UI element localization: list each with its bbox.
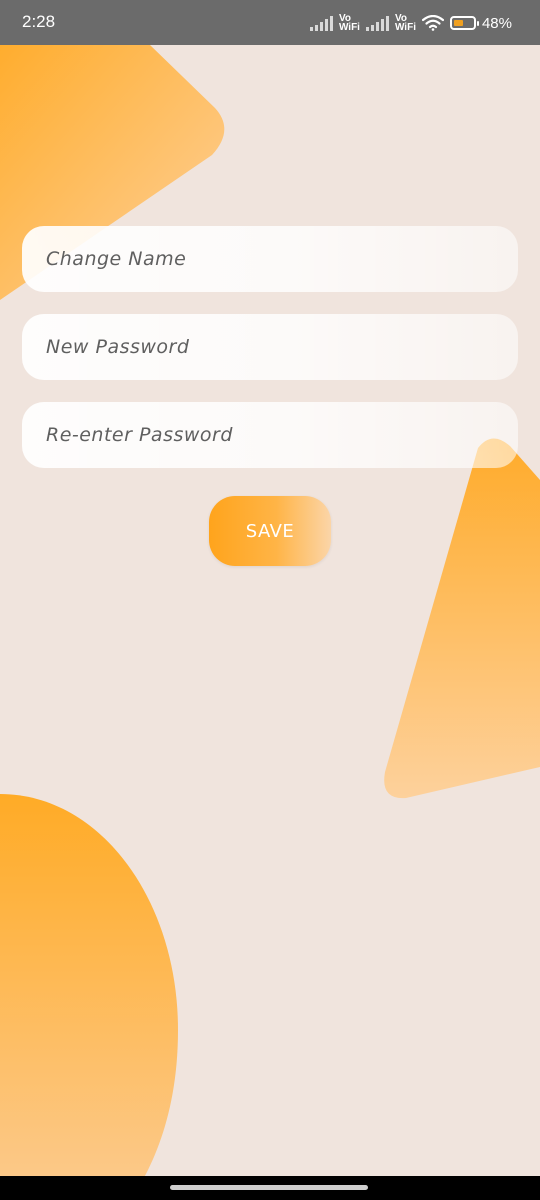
signal-icon bbox=[365, 15, 389, 31]
new-password-input[interactable] bbox=[44, 335, 496, 359]
reenter-password-input[interactable] bbox=[44, 423, 496, 447]
battery-percent: 48% bbox=[481, 14, 512, 32]
change-name-field[interactable] bbox=[22, 226, 518, 292]
save-button[interactable]: SAVE bbox=[209, 496, 331, 566]
decorative-triangle-right bbox=[384, 438, 540, 799]
battery-fill bbox=[453, 20, 463, 26]
signal-icon bbox=[309, 15, 333, 31]
wifi-icon bbox=[421, 15, 444, 31]
vowifi-label-bottom: WiFi bbox=[338, 22, 360, 33]
navigation-bar bbox=[0, 1176, 540, 1200]
status-icons: Vo WiFi Vo WiFi 48% bbox=[309, 9, 512, 37]
battery-icon bbox=[449, 16, 479, 30]
decorative-ellipse-bottom bbox=[0, 794, 178, 1185]
reenter-password-field[interactable] bbox=[22, 402, 518, 468]
vowifi-label: Vo WiFi bbox=[394, 14, 416, 33]
status-time: 2:28 bbox=[22, 12, 56, 31]
new-password-field[interactable] bbox=[22, 314, 518, 380]
decorative-shapes bbox=[0, 45, 540, 1185]
profile-settings-screen: 2:28 Vo WiFi Vo WiFi 48% Change Name SAV… bbox=[0, 0, 540, 1200]
status-bar: 2:28 Vo WiFi Vo WiFi 48% bbox=[0, 0, 540, 45]
home-indicator[interactable] bbox=[170, 1185, 368, 1190]
vowifi-label-bottom: WiFi bbox=[394, 22, 416, 33]
vowifi-label: Vo WiFi bbox=[338, 14, 360, 33]
change-name-input[interactable] bbox=[44, 247, 496, 271]
